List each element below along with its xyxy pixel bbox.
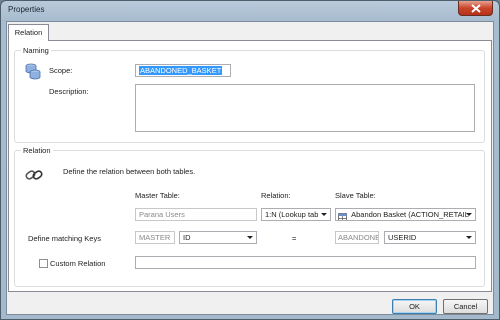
close-icon: [471, 4, 481, 13]
window-title: Properties: [8, 5, 45, 14]
chevron-down-icon: [321, 213, 327, 216]
naming-group-title: Naming: [21, 46, 51, 55]
custom-relation-checkbox[interactable]: [39, 259, 48, 268]
custom-relation-input[interactable]: [135, 256, 476, 269]
relation-group: Relation Define the relation between bot…: [14, 146, 485, 287]
slave-key-dropdown[interactable]: USERID: [384, 231, 476, 244]
scope-input[interactable]: ABANDONED_BASKET: [135, 64, 231, 77]
description-textarea[interactable]: [135, 84, 475, 132]
relation-group-title: Relation: [21, 146, 53, 155]
tab-relation[interactable]: Relation: [8, 24, 49, 41]
tab-panel-relation: Naming Scope: ABANDONED_BASKET Descripti…: [8, 40, 492, 292]
master-alias-field: MASTER: [135, 231, 175, 244]
chevron-down-icon: [466, 213, 472, 216]
description-label: Description:: [49, 87, 89, 96]
slave-table-label: Slave Table:: [335, 191, 376, 200]
chevron-down-icon: [247, 236, 253, 239]
custom-relation-label[interactable]: Custom Relation: [50, 259, 105, 269]
matching-keys-label: Define matching Keys: [28, 234, 101, 243]
master-table-field: Parana Users: [135, 208, 257, 221]
master-table-label: Master Table:: [135, 191, 180, 200]
master-key-value: ID: [183, 233, 191, 242]
relation-type-dropdown[interactable]: 1:N (Lookup table: [261, 208, 331, 221]
dialog-client: Relation Naming Scope: ABANDONED_BASKET …: [6, 21, 494, 315]
slave-table-value: Abandon Basket (ACTION_RETAIL_A: [351, 210, 470, 219]
chevron-down-icon: [466, 236, 472, 239]
title-bar[interactable]: Properties: [1, 1, 499, 21]
chain-link-icon: [25, 170, 43, 180]
properties-window: Properties Relation Naming Scope: ABANDO…: [0, 0, 500, 320]
close-button[interactable]: [458, 1, 493, 16]
relation-intro-text: Define the relation between both tables.: [63, 167, 196, 176]
scope-label: Scope:: [49, 66, 73, 75]
scope-value: ABANDONED_BASKET: [139, 66, 223, 75]
database-icon: [25, 63, 41, 80]
cancel-button[interactable]: Cancel: [443, 299, 488, 314]
slave-key-value: USERID: [388, 233, 417, 242]
relation-type-value: 1:N (Lookup table: [265, 210, 318, 219]
master-key-dropdown[interactable]: ID: [179, 231, 257, 244]
slave-alias-field: ABANDONED: [335, 231, 379, 244]
relation-type-label: Relation:: [261, 191, 291, 200]
ok-button[interactable]: OK: [392, 299, 437, 314]
slave-table-dropdown[interactable]: Abandon Basket (ACTION_RETAIL_A: [335, 208, 476, 221]
naming-group: Naming Scope: ABANDONED_BASKET Descripti…: [14, 46, 485, 143]
table-icon: [338, 213, 347, 220]
equals-sign: =: [292, 234, 297, 243]
